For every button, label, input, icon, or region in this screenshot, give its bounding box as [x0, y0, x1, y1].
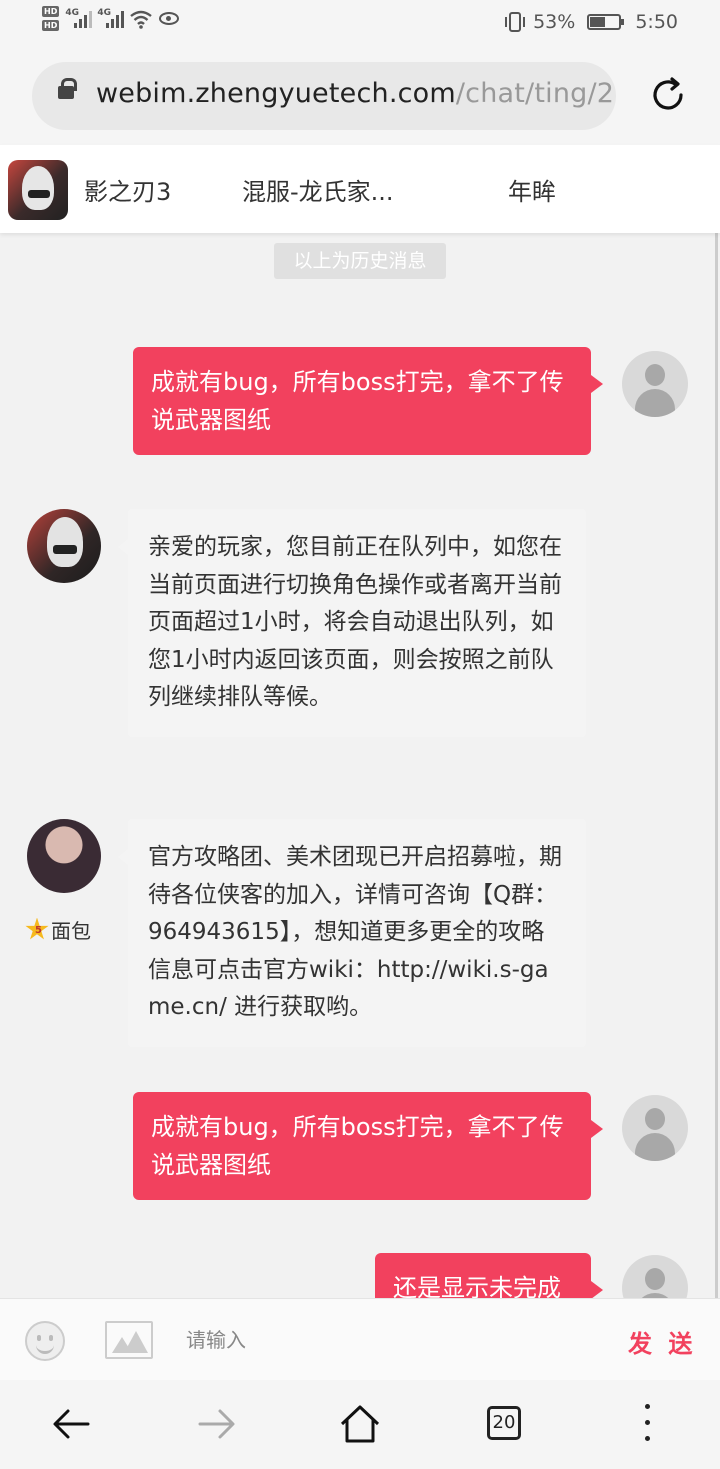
wifi-icon [130, 10, 153, 29]
image-upload-icon[interactable] [105, 1321, 153, 1359]
clock: 5:50 [635, 11, 678, 33]
battery-fill [590, 17, 606, 27]
user-avatar[interactable] [622, 1095, 688, 1161]
eye-comfort-icon [159, 12, 180, 25]
game-avatar[interactable] [27, 509, 101, 583]
message-bubble-outgoing: 还是显示未完成 [375, 1253, 603, 1298]
game-name: 影之刃3 [84, 178, 172, 206]
server-name: 混服-龙氏家... [242, 178, 394, 206]
message-bubble-outgoing: 成就有bug，所有boss打完，拿不了传说武器图纸 [133, 1092, 603, 1200]
signal-icon: 4G [65, 7, 93, 30]
send-button[interactable]: 发 送 [628, 1324, 696, 1359]
home-icon[interactable] [336, 1400, 384, 1448]
browser-nav-bar: 20 [0, 1380, 720, 1469]
user-avatar[interactable] [622, 351, 688, 417]
chat-area[interactable]: 以上为历史消息 成就有bug，所有boss打完，拿不了传说武器图纸 亲爱的玩家，… [0, 233, 720, 1298]
browser-toolbar: webim.zhengyuetech.com/chat/ting/2( [0, 50, 720, 145]
status-bar: HD HD 4G 4G 53% 5:50 [0, 0, 720, 50]
scrollbar[interactable] [715, 233, 718, 1298]
url-path: /chat/ting/2( [455, 78, 616, 109]
level-number: 5 [35, 925, 42, 936]
network-label: 4G [65, 7, 79, 18]
agent-name: 面包 [51, 919, 91, 943]
tabs-icon[interactable]: 20 [487, 1406, 521, 1440]
message-bubble-outgoing: 成就有bug，所有boss打完，拿不了传说武器图纸 [133, 347, 603, 455]
message-bubble-incoming: 官方攻略团、美术团现已开启招募啦，期待各位侠客的加入，详情可咨询【Q群：9649… [118, 819, 586, 1047]
game-icon[interactable] [8, 160, 68, 220]
agent-badge: 5 面包 [25, 915, 91, 944]
url-text[interactable]: webim.zhengyuetech.com/chat/ting/2( [96, 78, 616, 109]
user-avatar[interactable] [622, 1255, 688, 1298]
signal-icon: 4G [97, 7, 125, 30]
agent-avatar[interactable] [27, 819, 101, 893]
status-left: HD HD 4G 4G [42, 6, 180, 31]
player-name: 年眸 [508, 178, 556, 206]
input-bar: 请输入 发 送 [0, 1298, 720, 1380]
hd-tag: HD [42, 20, 60, 31]
message-bubble-incoming: 亲爱的玩家，您目前正在队列中，如您在当前页面进行切换角色操作或者离开当前页面超过… [118, 509, 586, 737]
vibrate-icon [505, 12, 526, 32]
hd-tag: HD [42, 6, 60, 17]
reload-icon[interactable] [648, 75, 688, 115]
more-menu-icon[interactable] [645, 1404, 651, 1444]
back-arrow-icon[interactable] [48, 1400, 96, 1448]
url-host: webim.zhengyuetech.com [96, 78, 456, 109]
forward-arrow-icon[interactable] [192, 1400, 240, 1448]
battery-icon [587, 14, 625, 30]
lock-icon[interactable] [58, 78, 77, 99]
network-label: 4G [97, 7, 111, 18]
chat-header: 影之刃3 混服-龙氏家... 年眸 [0, 145, 720, 233]
battery-percent: 53% [533, 11, 576, 33]
status-right: 53% 5:50 [503, 11, 678, 33]
address-bar[interactable]: webim.zhengyuetech.com/chat/ting/2( [32, 62, 616, 130]
message-input[interactable]: 请输入 [186, 1324, 586, 1353]
hd-indicators: HD HD [42, 6, 60, 31]
emoji-icon[interactable] [25, 1321, 65, 1361]
history-notice: 以上为历史消息 [274, 243, 446, 279]
